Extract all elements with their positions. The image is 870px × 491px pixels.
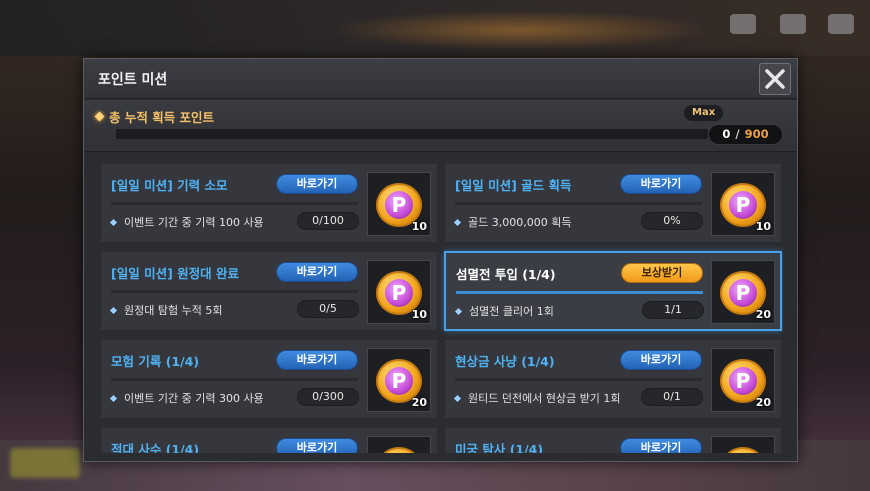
mission-task: 원정대 탐험 누적 5회: [109, 302, 223, 318]
p-coin-letter: P: [729, 191, 757, 219]
dialog-title: 포인트 미션: [98, 72, 168, 88]
task-bullet-icon: [453, 218, 462, 226]
mission-task: 이벤트 기간 중 기력 100 사용: [109, 214, 264, 230]
mission-task: 골드 3,000,000 획득: [453, 214, 572, 230]
mission-card: 현상금 사냥 (1/4) 바로가기 원티드 던전에서 현상금 받기 1회 0/1…: [444, 339, 782, 419]
mission-title: 섬멸전 투입 (1/4): [456, 267, 556, 282]
reward-quantity: 10: [411, 220, 427, 233]
total-points-section: 총 누적 획득 포인트 Max 0 / 900: [84, 100, 797, 152]
mission-reward: P 20: [711, 260, 775, 324]
p-coin-letter: P: [385, 367, 413, 395]
points-counter: 0 / 900: [708, 124, 783, 145]
go-to-button[interactable]: 바로가기: [276, 350, 358, 370]
task-bullet-icon: [109, 394, 118, 402]
mission-task-text: 골드 3,000,000 획득: [468, 216, 572, 229]
task-bullet-icon: [109, 218, 118, 226]
dialog-header: 포인트 미션: [84, 59, 797, 99]
reward-quantity: 10: [755, 220, 771, 233]
mission-task: 원티드 던전에서 현상금 받기 1회: [453, 390, 621, 406]
mission-divider: [456, 291, 703, 294]
mission-reward: P 10: [367, 260, 431, 324]
total-points-heading: 총 누적 획득 포인트: [94, 107, 215, 126]
current-points: 0: [722, 127, 731, 141]
total-points-label: 총 누적 획득 포인트: [109, 110, 215, 125]
mission-card: 모험 기록 (1/4) 바로가기 이벤트 기간 중 기력 300 사용 0/30…: [100, 339, 438, 419]
mission-card: [일일 미션] 기력 소모 바로가기 이벤트 기간 중 기력 100 사용 0/…: [100, 163, 438, 243]
close-icon: [765, 69, 785, 89]
mission-task-text: 원정대 탐험 누적 5회: [124, 304, 223, 317]
mission-progress-count: 0/100: [297, 212, 359, 230]
task-bullet-icon: [109, 306, 118, 314]
mission-reward: P: [711, 436, 775, 453]
mission-divider: [111, 290, 358, 293]
mission-divider: [111, 202, 358, 205]
mission-reward: P: [367, 436, 431, 453]
p-coin-letter: P: [385, 191, 413, 219]
mission-progress-count: 0/300: [297, 388, 359, 406]
points-separator: /: [735, 127, 740, 141]
p-coin-letter: P: [385, 279, 413, 307]
go-to-button[interactable]: 바로가기: [276, 262, 358, 282]
mission-task: 이벤트 기간 중 기력 300 사용: [109, 390, 264, 406]
max-points: 900: [744, 127, 769, 141]
reward-quantity: 20: [755, 396, 771, 409]
mission-task-text: 이벤트 기간 중 기력 300 사용: [124, 392, 264, 405]
mission-divider: [111, 378, 358, 381]
mission-title: 미궁 탐사 (1/4): [455, 442, 544, 453]
go-to-button[interactable]: 바로가기: [620, 350, 702, 370]
mission-title: [일일 미션] 기력 소모: [111, 178, 228, 193]
task-bullet-icon: [453, 394, 462, 402]
mission-title: 현상금 사냥 (1/4): [455, 354, 555, 369]
point-mission-dialog: 포인트 미션 총 누적 획득 포인트 Max 0 / 900 [일일 미션] 기력 …: [83, 58, 798, 462]
mission-card: 섬멸전 투입 (1/4) 보상받기 섬멸전 클리어 1회 1/1 P 20: [444, 251, 782, 331]
claim-reward-button[interactable]: 보상받기: [621, 263, 703, 283]
go-to-button[interactable]: 바로가기: [276, 438, 358, 453]
p-coin-letter: P: [729, 367, 757, 395]
go-to-button[interactable]: 바로가기: [276, 174, 358, 194]
mission-divider: [455, 202, 702, 205]
mission-progress-count: 0/1: [641, 388, 703, 406]
mission-task: 섬멸전 클리어 1회: [454, 303, 554, 319]
p-coin-icon: P: [720, 447, 766, 453]
diamond-bullet-icon: [94, 111, 105, 122]
mission-reward: P 10: [367, 172, 431, 236]
mission-progress-count: 0%: [641, 212, 703, 230]
mission-list[interactable]: [일일 미션] 기력 소모 바로가기 이벤트 기간 중 기력 100 사용 0/…: [100, 163, 783, 453]
mission-reward: P 20: [367, 348, 431, 412]
mission-divider: [455, 378, 702, 381]
p-coin-icon: P: [376, 447, 422, 453]
mission-title: [일일 미션] 골드 획득: [455, 178, 572, 193]
go-to-button[interactable]: 바로가기: [620, 438, 702, 453]
mission-card: 적대 사수 (1/4) 바로가기 P: [100, 427, 438, 453]
mission-task-text: 이벤트 기간 중 기력 100 사용: [124, 216, 264, 229]
points-progress-bar: [116, 129, 708, 139]
close-button[interactable]: [759, 63, 791, 95]
mission-reward: P 20: [711, 348, 775, 412]
p-coin-letter: P: [729, 279, 757, 307]
reward-quantity: 20: [755, 308, 771, 321]
mission-reward: P 10: [711, 172, 775, 236]
mission-progress-count: 1/1: [642, 301, 704, 319]
mission-title: 모험 기록 (1/4): [111, 354, 200, 369]
mission-card: [일일 미션] 골드 획득 바로가기 골드 3,000,000 획득 0% P …: [444, 163, 782, 243]
mission-progress-count: 0/5: [297, 300, 359, 318]
mission-task-text: 원티드 던전에서 현상금 받기 1회: [468, 392, 621, 405]
go-to-button[interactable]: 바로가기: [620, 174, 702, 194]
mission-card: 미궁 탐사 (1/4) 바로가기 P: [444, 427, 782, 453]
mission-task-text: 섬멸전 클리어 1회: [469, 305, 554, 318]
reward-quantity: 20: [411, 396, 427, 409]
mission-title: 적대 사수 (1/4): [111, 442, 200, 453]
task-bullet-icon: [454, 307, 463, 315]
mission-card: [일일 미션] 원정대 완료 바로가기 원정대 탐험 누적 5회 0/5 P 1…: [100, 251, 438, 331]
max-tag: Max: [684, 105, 724, 121]
mission-title: [일일 미션] 원정대 완료: [111, 266, 239, 281]
reward-quantity: 10: [411, 308, 427, 321]
